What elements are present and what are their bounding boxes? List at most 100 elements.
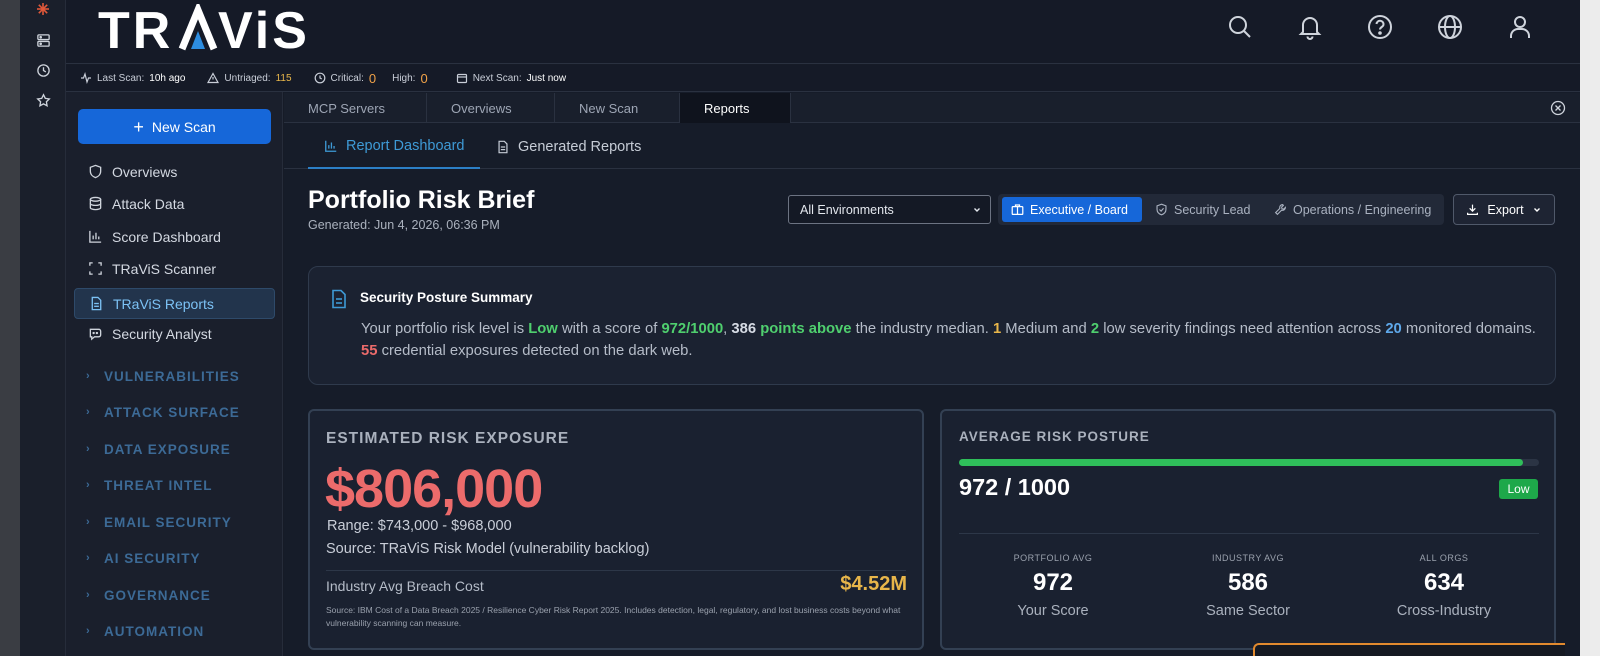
subtab-generated-reports[interactable]: Generated Reports [496,124,641,169]
points-above-label: points above [756,321,852,337]
environment-value: All Environments [800,202,894,217]
subtab-report-dashboard[interactable]: Report Dashboard [308,124,480,169]
critical-label: Critical: [330,72,364,84]
tab-overviews[interactable]: Overviews [427,93,555,123]
sidebar-item-overviews[interactable]: Overviews [74,156,275,187]
summary-text-part: low severity findings need attention acr… [1099,321,1386,337]
subtab-label: Generated Reports [518,138,642,155]
bar-chart-icon [74,229,112,244]
export-label: Export [1487,202,1524,217]
section-email-security[interactable]: › EMAIL SECURITY [86,512,232,532]
window-edge [0,0,20,656]
section-data-exposure[interactable]: › DATA EXPOSURE [86,439,231,459]
download-icon [1467,204,1479,215]
section-label: DATA EXPOSURE [104,441,231,457]
medium-count: 1 [992,321,1002,337]
view-operations-engineering[interactable]: Operations / Engineering [1265,197,1440,222]
export-button[interactable]: Export [1453,194,1555,225]
travis-logo[interactable]: TR ViS [98,4,313,54]
scrollbar[interactable] [1580,0,1600,656]
chevron-right-icon: › [86,589,91,601]
bot-icon [74,326,112,341]
environment-select[interactable]: All Environments [788,195,991,224]
critical-value: 0 [368,70,377,86]
exposures-count: 55 [361,343,378,359]
domains-count: 20 [1385,321,1402,337]
view-label: Executive / Board [1030,202,1128,217]
sparkle-icon[interactable] [34,0,52,18]
tab-label: Reports [704,100,750,116]
section-ai-security[interactable]: › AI SECURITY [86,548,201,568]
section-threat-intel[interactable]: › THREAT INTEL [86,475,213,495]
stat-value: 972 [1032,569,1074,596]
summary-text-part: credential exposures detected on the dar… [377,343,693,359]
user-icon[interactable] [1504,11,1536,43]
document-icon [498,140,508,153]
chevron-right-icon: › [86,479,91,491]
breach-cost-footnote: Source: IBM Cost of a Data Breach 2025 /… [326,605,901,628]
view-security-lead[interactable]: Security Lead [1146,197,1259,222]
scan-frame-icon [74,261,112,276]
summary-text-part: Medium and [1001,321,1091,337]
summary-title: Security Posture Summary [360,290,533,305]
chevron-right-icon: › [86,406,91,418]
risk-score: 972/1000 [661,321,724,337]
server-icon[interactable] [34,31,52,49]
divider [326,570,906,571]
tab-new-scan[interactable]: New Scan [555,93,680,123]
clock-icon[interactable] [34,61,52,79]
chevron-down-icon [1533,207,1540,212]
summary-text-part: monitored domains. [1401,321,1536,337]
help-icon[interactable] [1364,11,1396,43]
risk-posture-label: AVERAGE RISK POSTURE [959,429,1150,444]
view-executive-board[interactable]: Executive / Board [1002,197,1142,222]
tab-mcp-servers[interactable]: MCP Servers [284,93,427,123]
next-scan-label: Next Scan: [472,72,522,84]
globe-icon[interactable] [1434,11,1466,43]
last-scan-status: Last Scan: 10h ago [80,72,185,84]
sidebar-item-travis-scanner[interactable]: TRaViS Scanner [74,253,275,284]
sidebar-item-attack-data[interactable]: Attack Data [74,188,275,219]
database-icon [74,196,112,211]
high-label: High: [392,72,416,84]
new-scan-button[interactable]: + New Scan [78,109,271,144]
risk-posture-score: 972 / 1000 [959,474,1071,500]
calendar-icon [456,73,467,84]
document-icon [75,296,113,311]
close-icon[interactable] [1550,100,1566,116]
stat-sub: Same Sector [1206,603,1290,619]
shield-icon [74,164,112,179]
section-attack-surface[interactable]: › ATTACK SURFACE [86,402,240,422]
clock-small-icon [314,72,325,84]
view-label: Operations / Engineering [1293,202,1432,217]
divider [959,533,1539,534]
new-scan-label: New Scan [151,118,216,135]
search-icon[interactable] [1224,11,1256,43]
stat-label: INDUSTRY AVG [1211,553,1285,563]
star-icon[interactable] [34,91,52,109]
last-scan-value: 10h ago [149,72,186,84]
section-automation[interactable]: › AUTOMATION [86,621,204,641]
stat-label: ALL ORGS [1419,553,1469,563]
section-label: AI SECURITY [104,550,201,566]
section-governance[interactable]: › GOVERNANCE [86,585,211,605]
svg-text:TR: TR [98,4,173,54]
portfolio-avg-stat: PORTFOLIO AVG 972 Your Score [958,553,1148,619]
view-label: Security Lead [1174,202,1251,217]
activity-icon [81,72,91,84]
sidebar-item-security-analyst[interactable]: Security Analyst [74,318,275,349]
warning-icon [207,72,220,84]
summary-text-part: Your portfolio risk level is [361,321,529,337]
sidebar-item-score-dashboard[interactable]: Score Dashboard [74,221,275,252]
tab-reports[interactable]: Reports [680,93,791,123]
all-orgs-stat: ALL ORGS 634 Cross-Industry [1349,553,1539,619]
stat-label: PORTFOLIO AVG [1013,553,1093,563]
sidebar-item-travis-reports[interactable]: TRaViS Reports [74,288,275,319]
risk-level: Low [528,321,558,337]
stat-value: 634 [1423,569,1465,596]
status-bar: Last Scan: 10h ago Untriaged: 115 Critical… [66,65,1580,92]
floating-panel-edge[interactable] [1253,643,1565,656]
section-label: THREAT INTEL [104,477,213,493]
section-vulnerabilities[interactable]: › VULNERABILITIES [86,366,240,386]
bell-icon[interactable] [1294,11,1326,43]
